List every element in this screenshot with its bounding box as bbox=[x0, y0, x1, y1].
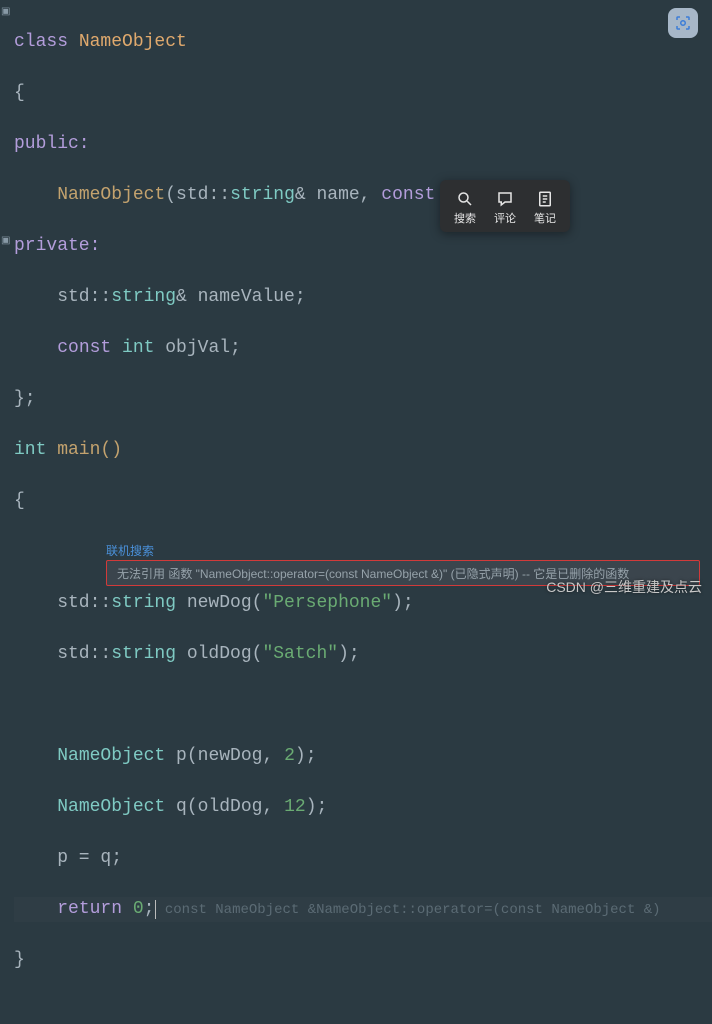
comment-button[interactable]: 评论 bbox=[494, 190, 516, 226]
brace: } bbox=[14, 950, 25, 970]
indent bbox=[14, 899, 57, 919]
keyword-class: class bbox=[14, 32, 68, 52]
type-string: string bbox=[230, 185, 295, 205]
type-nameobject: NameObject bbox=[57, 746, 165, 766]
assignment: p = q; bbox=[14, 848, 122, 868]
floating-toolbar: 搜索 评论 笔记 bbox=[440, 180, 570, 232]
fn-main: main() bbox=[46, 440, 122, 460]
indent bbox=[14, 185, 57, 205]
text: & nameValue; bbox=[176, 287, 306, 307]
type-string: string bbox=[111, 644, 176, 664]
brace: { bbox=[14, 491, 25, 511]
keyword-const: const bbox=[381, 185, 446, 205]
intellisense-ghost: const NameObject &NameObject::operator=(… bbox=[156, 902, 660, 918]
number-literal: 2 bbox=[284, 746, 295, 766]
type-int: int bbox=[14, 440, 46, 460]
type-nameobject: NameObject bbox=[57, 797, 165, 817]
note-label: 笔记 bbox=[534, 210, 556, 226]
number-literal: 12 bbox=[284, 797, 306, 817]
search-button[interactable]: 搜索 bbox=[454, 190, 476, 226]
text: q(oldDog, bbox=[165, 797, 284, 817]
comment-label: 评论 bbox=[494, 210, 516, 226]
search-icon bbox=[456, 190, 474, 208]
ai-lens-button[interactable] bbox=[668, 8, 698, 38]
online-search-link[interactable]: 联机搜索 bbox=[106, 542, 154, 559]
watermark-text: CSDN @三维重建及点云 bbox=[546, 577, 702, 597]
text: (std:: bbox=[165, 185, 230, 205]
constructor-name: NameObject bbox=[57, 185, 165, 205]
type-int: int bbox=[122, 338, 154, 358]
text: std:: bbox=[14, 287, 111, 307]
text: & name, bbox=[295, 185, 381, 205]
note-button[interactable]: 笔记 bbox=[534, 190, 556, 226]
class-name: NameObject bbox=[68, 32, 187, 52]
indent bbox=[14, 746, 57, 766]
keyword-private: private: bbox=[14, 236, 100, 256]
lens-icon bbox=[674, 14, 692, 32]
keyword-return: return bbox=[57, 899, 133, 919]
text: oldDog( bbox=[176, 644, 262, 664]
keyword-public: public: bbox=[14, 134, 90, 154]
text: ); bbox=[295, 746, 317, 766]
text: ); bbox=[306, 797, 328, 817]
comment-icon bbox=[496, 190, 514, 208]
string-literal: "Satch" bbox=[262, 644, 338, 664]
code-area[interactable]: class NameObject { public: NameObject(st… bbox=[0, 4, 712, 1024]
indent bbox=[14, 338, 57, 358]
indent bbox=[14, 797, 57, 817]
brace: { bbox=[14, 83, 25, 103]
text: std:: bbox=[14, 644, 111, 664]
note-icon bbox=[536, 190, 554, 208]
type-string: string bbox=[111, 287, 176, 307]
brace: }; bbox=[14, 389, 36, 409]
number-literal: 0 bbox=[133, 899, 144, 919]
search-label: 搜索 bbox=[454, 210, 476, 226]
text: ); bbox=[338, 644, 360, 664]
text: ; bbox=[144, 899, 155, 919]
keyword-const: const bbox=[57, 338, 122, 358]
text: p(newDog, bbox=[165, 746, 284, 766]
text: objVal; bbox=[154, 338, 240, 358]
code-editor[interactable]: ▣ ▣ class NameObject { public: NameObjec… bbox=[0, 0, 712, 603]
